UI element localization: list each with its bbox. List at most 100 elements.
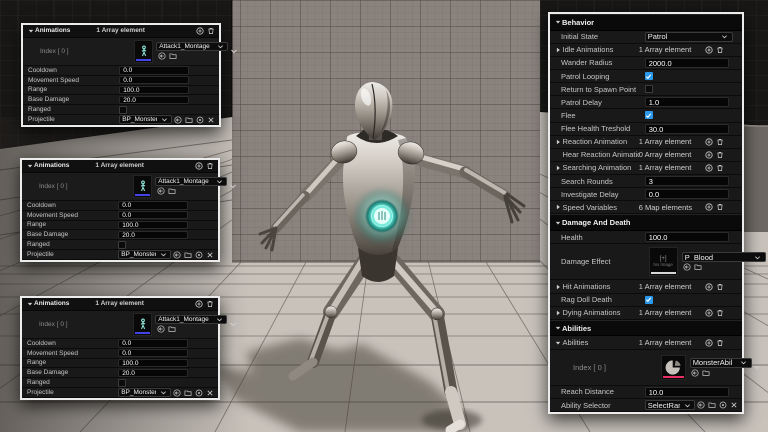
value-input[interactable]: 100.0 [118, 220, 189, 230]
delete-icon[interactable] [716, 138, 724, 146]
browse-to-asset-icon[interactable] [694, 263, 702, 271]
value-input[interactable]: 20.0 [118, 230, 189, 240]
damage-effect-dropdown[interactable]: P_Blood [681, 252, 766, 263]
browse-to-asset-icon[interactable] [708, 401, 716, 409]
value-input[interactable]: 0.0 [644, 189, 729, 200]
add-element-icon[interactable] [704, 138, 713, 146]
clear-asset-icon[interactable] [207, 116, 215, 124]
value-input[interactable]: 2000.0 [644, 57, 729, 68]
value-input[interactable]: 3 [644, 176, 729, 187]
delete-icon[interactable] [206, 300, 214, 308]
add-element-icon[interactable] [704, 282, 713, 291]
pick-asset-icon[interactable] [719, 401, 727, 409]
delete-icon[interactable] [716, 309, 724, 317]
use-selected-asset-icon[interactable] [172, 389, 181, 397]
delete-icon[interactable] [716, 339, 724, 347]
delete-icon[interactable] [207, 27, 215, 35]
checkbox[interactable] [644, 72, 653, 81]
expander-collapsed-icon[interactable] [555, 165, 561, 171]
delete-icon[interactable] [206, 162, 214, 170]
expander-expanded-icon[interactable] [555, 19, 561, 25]
expander-expanded-icon[interactable] [555, 340, 561, 346]
checkbox[interactable] [119, 105, 128, 114]
expander-collapsed-icon[interactable] [555, 139, 561, 145]
expander-collapsed-icon[interactable] [555, 310, 561, 316]
section-header-damage-and-death[interactable]: Damage And Death [550, 214, 742, 232]
add-element-icon[interactable] [704, 338, 713, 347]
animation-thumbnail[interactable] [134, 39, 154, 63]
projectile-dropdown[interactable]: BP_MonsterProjectile [118, 250, 171, 260]
clear-asset-icon[interactable] [206, 251, 214, 259]
value-input[interactable]: 100.0 [118, 358, 189, 368]
add-element-icon[interactable] [194, 300, 203, 308]
expander-collapsed-icon[interactable] [555, 47, 561, 53]
projectile-dropdown[interactable]: BP_MonsterProjectile [119, 115, 172, 125]
value-input[interactable]: 0.0 [118, 210, 189, 220]
expand-details-icon[interactable] [229, 320, 237, 328]
checkbox[interactable] [118, 240, 127, 249]
add-element-icon[interactable] [704, 203, 713, 211]
expander-expanded-icon[interactable] [555, 325, 561, 331]
expander-collapsed-icon[interactable] [555, 204, 561, 210]
initial-state-dropdown[interactable]: Patrol [644, 31, 733, 42]
checkbox[interactable] [118, 378, 127, 387]
expander-expanded-icon[interactable] [27, 301, 33, 307]
use-selected-asset-icon[interactable] [157, 187, 165, 195]
animation-thumbnail[interactable] [133, 312, 153, 336]
checkbox[interactable] [644, 111, 653, 120]
delete-icon[interactable] [716, 203, 724, 211]
browse-to-asset-icon[interactable] [702, 369, 710, 377]
pick-asset-icon[interactable] [195, 251, 203, 259]
add-element-icon[interactable] [194, 162, 203, 170]
expand-details-icon[interactable] [753, 363, 761, 371]
use-selected-asset-icon[interactable] [683, 263, 691, 271]
value-input[interactable]: 0.0 [118, 200, 189, 210]
value-input[interactable]: 1.0 [644, 97, 729, 108]
value-input[interactable]: 10.0 [644, 386, 729, 397]
use-selected-asset-icon[interactable] [173, 116, 182, 124]
ability-thumbnail[interactable] [660, 354, 686, 380]
expander-expanded-icon[interactable] [555, 220, 561, 226]
browse-to-asset-icon[interactable] [185, 116, 193, 124]
value-input[interactable]: 0.0 [119, 65, 190, 75]
clear-asset-icon[interactable] [730, 401, 738, 409]
expand-details-icon[interactable] [230, 47, 238, 55]
value-input[interactable]: 0.0 [118, 338, 189, 348]
browse-to-asset-icon[interactable] [169, 52, 177, 60]
expander-expanded-icon[interactable] [28, 28, 34, 34]
section-header-behavior[interactable]: Behavior [550, 14, 742, 31]
montage-dropdown[interactable]: Attack1_Montage [156, 42, 229, 52]
add-element-icon[interactable] [704, 46, 713, 54]
checkbox[interactable] [644, 295, 653, 304]
browse-to-asset-icon[interactable] [184, 251, 192, 259]
section-header-abilities[interactable]: Abilities [550, 319, 742, 337]
delete-icon[interactable] [716, 164, 724, 172]
value-input[interactable]: 20.0 [119, 95, 190, 105]
montage-dropdown[interactable]: Attack1_Montage [155, 177, 228, 187]
delete-icon[interactable] [716, 46, 724, 54]
animation-thumbnail[interactable] [133, 174, 153, 198]
value-input[interactable]: 20.0 [118, 368, 189, 378]
use-selected-asset-icon[interactable] [157, 325, 165, 333]
delete-icon[interactable] [716, 151, 724, 159]
browse-to-asset-icon[interactable] [184, 389, 192, 397]
checkbox[interactable] [644, 85, 653, 94]
add-element-icon[interactable] [704, 164, 713, 172]
expand-details-icon[interactable] [229, 182, 237, 190]
projectile-dropdown[interactable]: BP_MonsterProjectile [118, 388, 171, 398]
use-selected-asset-icon[interactable] [696, 401, 705, 409]
add-element-icon[interactable] [704, 309, 713, 317]
use-selected-asset-icon[interactable] [172, 251, 181, 259]
value-input[interactable]: 100.0 [644, 232, 729, 243]
value-input[interactable]: 30.0 [644, 123, 729, 134]
ability-selector-dropdown[interactable]: SelectRan [644, 400, 695, 411]
no-image-thumbnail[interactable]: [+] No Image [648, 247, 678, 277]
montage-dropdown[interactable]: Attack1_Montage [155, 315, 228, 325]
delete-icon[interactable] [716, 283, 724, 291]
value-input[interactable]: 100.0 [119, 85, 190, 95]
add-element-icon[interactable] [704, 151, 713, 159]
add-element-icon[interactable] [195, 27, 204, 35]
pick-asset-icon[interactable] [196, 116, 204, 124]
use-selected-asset-icon[interactable] [691, 369, 699, 377]
expander-expanded-icon[interactable] [27, 163, 33, 169]
